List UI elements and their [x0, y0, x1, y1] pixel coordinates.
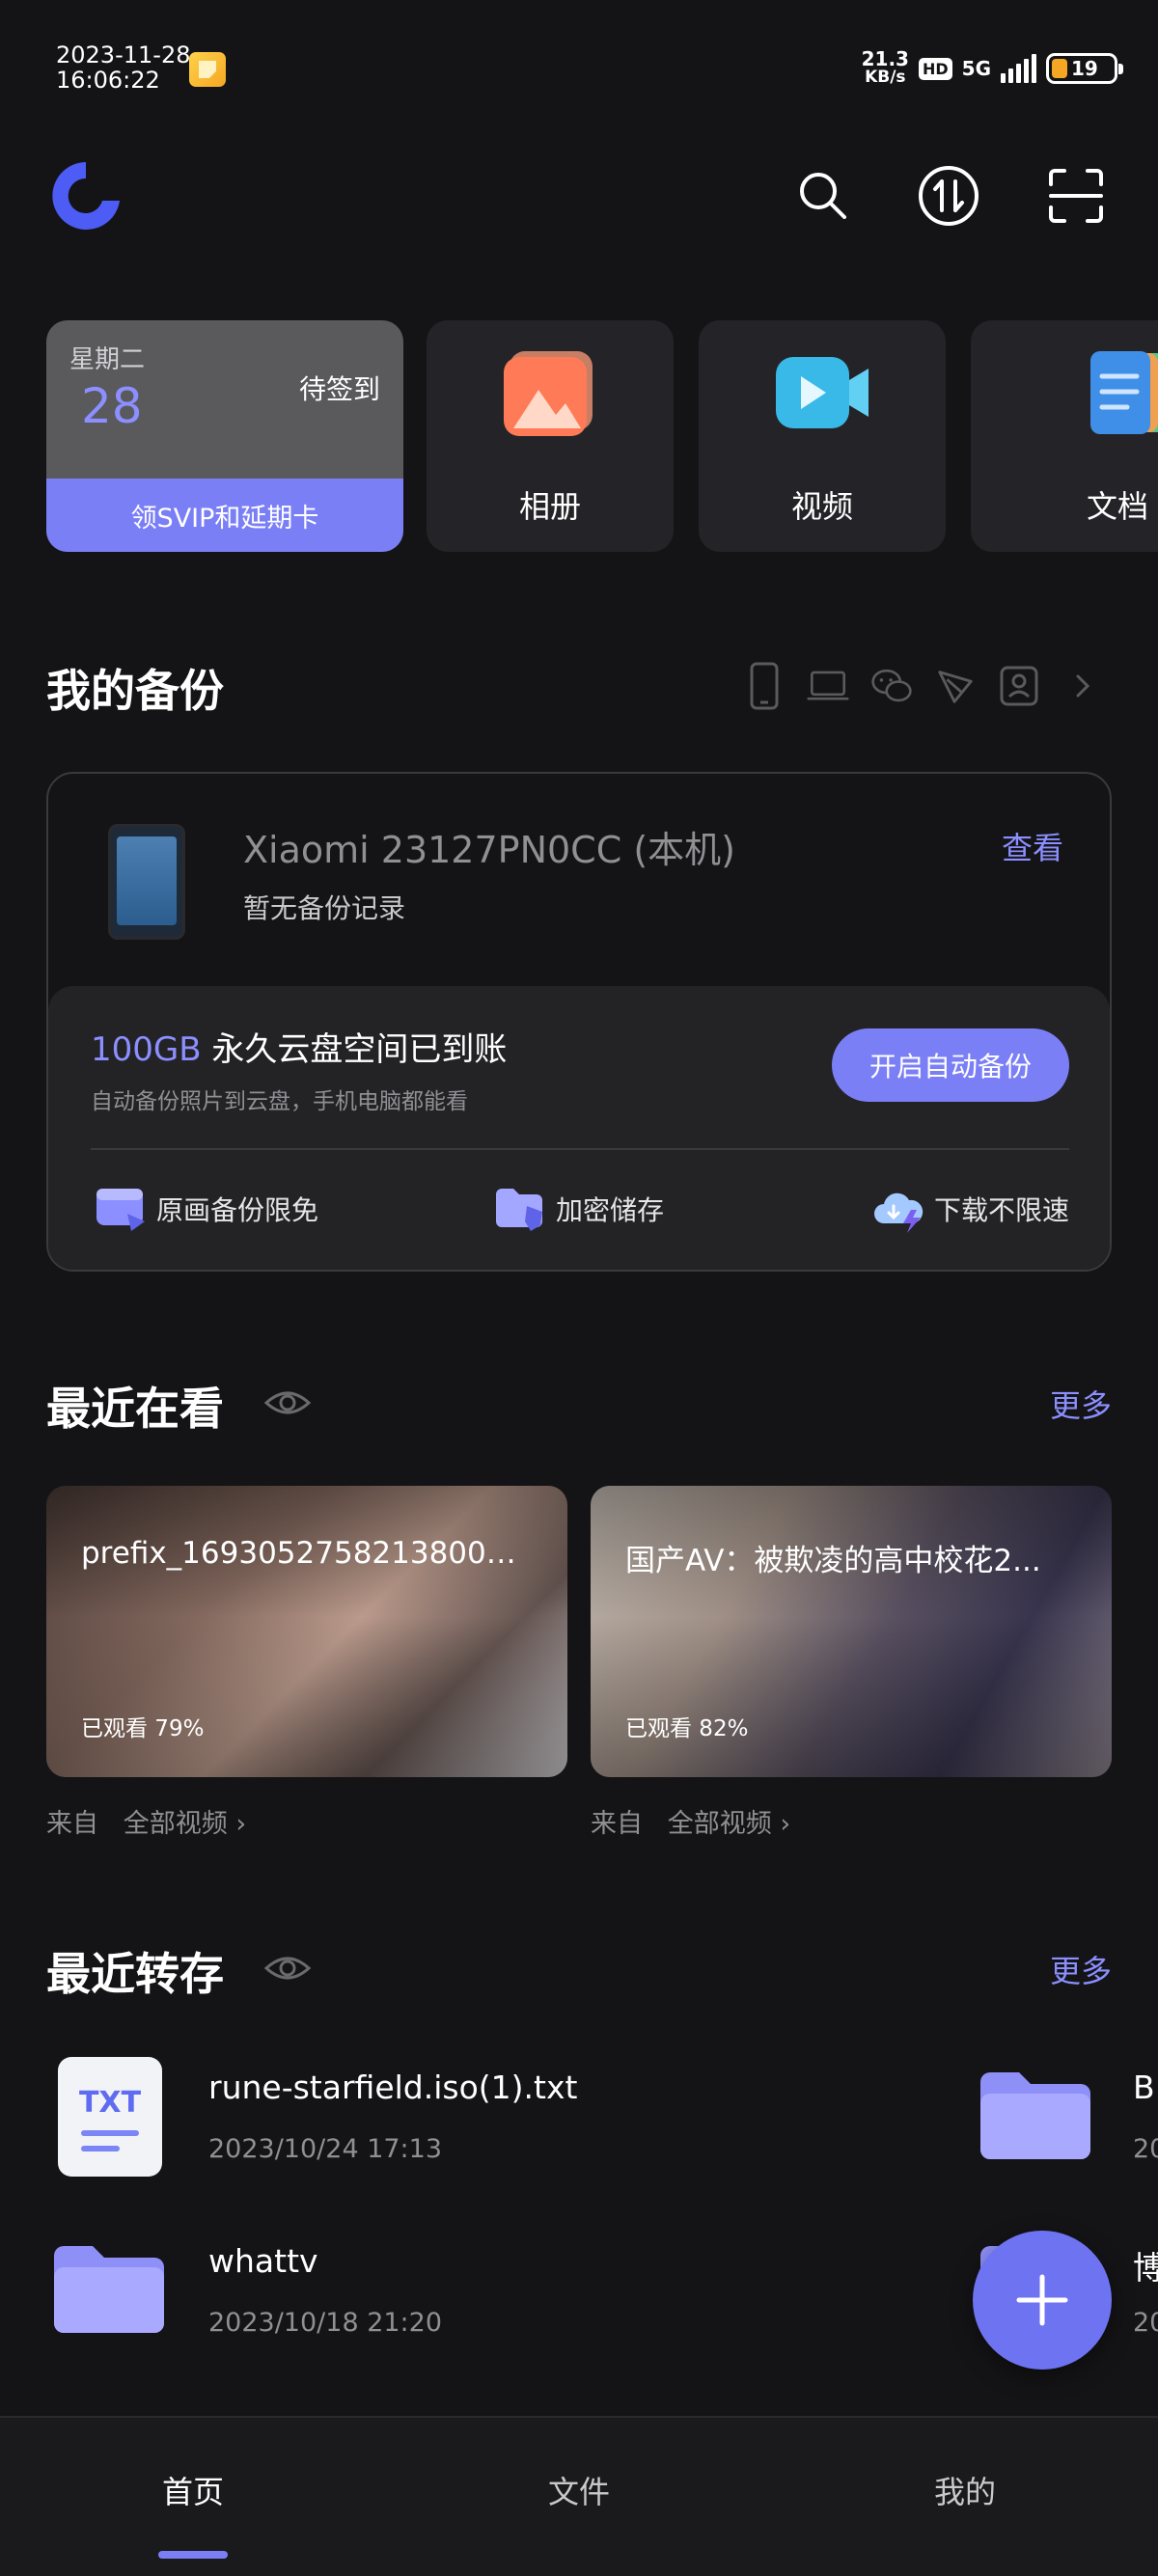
- video-label: 视频: [790, 488, 853, 525]
- contacts-icon[interactable]: [998, 662, 1040, 710]
- plus-icon: [1016, 2274, 1068, 2326]
- original-image-icon: [96, 1189, 145, 1231]
- recent-saves-title: 最近转存: [46, 1948, 224, 2000]
- recent-video-card[interactable]: prefix_16930527582138001... 已观看 79%: [46, 1486, 567, 1777]
- feature-unlimited-download: 下载不限速: [870, 1185, 1069, 1233]
- cloud-download-icon: [873, 1192, 924, 1233]
- eye-icon[interactable]: [262, 1378, 313, 1428]
- folder-icon: [54, 2246, 164, 2333]
- feature-original-backup: 原画备份限免: [93, 1185, 318, 1233]
- nav-active-indicator: [158, 2551, 228, 2559]
- backup-card: Xiaomi 23127PN0CC (本机) 查看 暂无备份记录 100GB 永…: [46, 772, 1112, 1272]
- video-camera-icon: [776, 357, 868, 428]
- feishu-icon[interactable]: [934, 662, 977, 710]
- backup-section-title: 我的备份: [46, 665, 224, 717]
- search-icon[interactable]: [789, 162, 857, 230]
- file-date: 20: [1133, 2308, 1158, 2338]
- docs-label: 文档: [1086, 488, 1148, 525]
- auto-backup-promo: 100GB 永久云盘空间已到账 自动备份照片到云盘，手机电脑都能看 开启自动备份…: [48, 986, 1110, 1270]
- encrypted-folder-icon: [496, 1189, 542, 1231]
- album-label: 相册: [518, 488, 581, 525]
- video-title: prefix_16930527582138001...: [81, 1536, 533, 1571]
- video-title: 国产AV：被欺凌的高中校花2...: [625, 1544, 1041, 1578]
- app-logo-icon: [52, 162, 120, 230]
- backup-type-icons[interactable]: [743, 662, 1104, 710]
- recent-saves-more-link[interactable]: 更多: [1050, 1947, 1112, 1991]
- file-name[interactable]: rune-starfield.iso(1).txt: [208, 2069, 577, 2106]
- nav-home[interactable]: 首页: [96, 2468, 290, 2512]
- checkin-weekday: 星期二: [69, 345, 146, 374]
- video-shortcut[interactable]: 视频: [699, 320, 946, 552]
- battery-level: 19: [1071, 57, 1098, 80]
- scan-icon[interactable]: [1042, 162, 1110, 230]
- promo-title: 100GB 永久云盘空间已到账: [91, 1030, 508, 1069]
- no-backup-text: 暂无备份记录: [243, 892, 406, 924]
- folder-icon: [980, 2072, 1090, 2159]
- claim-svip-button[interactable]: 领SVIP和延期卡: [46, 479, 403, 552]
- battery-icon: 19: [1046, 53, 1123, 84]
- file-date: 2023/10/24 17:13: [208, 2134, 443, 2164]
- docs-shortcut[interactable]: 文档: [971, 320, 1158, 552]
- notes-notification-icon: [189, 52, 226, 87]
- album-icon: [504, 351, 593, 436]
- checkin-day: 28: [81, 378, 143, 434]
- promo-highlight: 100GB: [91, 1030, 202, 1069]
- nav-files[interactable]: 文件: [482, 2468, 676, 2512]
- document-icon: [1090, 351, 1158, 434]
- laptop-icon[interactable]: [807, 662, 849, 710]
- promo-subtitle: 自动备份照片到云盘，手机电脑都能看: [91, 1089, 468, 1114]
- network-type: 5G: [961, 57, 991, 80]
- status-indicators: 21.3 KB/s HD 5G 19: [861, 47, 1123, 87]
- status-date: 2023-11-28: [56, 41, 191, 69]
- chevron-right-icon: ›: [780, 1809, 791, 1839]
- txt-file-icon: TXT: [58, 2057, 162, 2177]
- recent-watch-more-link[interactable]: 更多: [1050, 1382, 1112, 1426]
- file-date: 20: [1133, 2134, 1158, 2164]
- file-name[interactable]: 博: [1133, 2242, 1158, 2288]
- recent-watch-title: 最近在看: [46, 1383, 224, 1435]
- feature-encrypted-storage: 加密储存: [492, 1185, 664, 1233]
- bottom-navigation: 首页 文件 我的: [0, 2416, 1158, 2576]
- file-name[interactable]: B: [1133, 2069, 1155, 2106]
- hd-voice-icon: HD: [918, 57, 952, 80]
- checkin-status: 待签到: [298, 373, 380, 405]
- nav-me[interactable]: 我的: [868, 2468, 1062, 2512]
- album-shortcut[interactable]: 相册: [427, 320, 674, 552]
- file-date: 2023/10/18 21:20: [208, 2308, 443, 2338]
- chevron-right-icon[interactable]: [1062, 662, 1104, 710]
- recent-video-card[interactable]: 国产AV：被欺凌的高中校花2... 已观看 82%: [591, 1486, 1112, 1777]
- add-button[interactable]: [973, 2231, 1112, 2370]
- promo-divider: [91, 1148, 1069, 1150]
- video-watch-progress: 已观看 82%: [625, 1716, 749, 1741]
- view-backup-link[interactable]: 查看: [1002, 824, 1063, 868]
- enable-auto-backup-button[interactable]: 开启自动备份: [832, 1028, 1069, 1102]
- android-phone-icon: [108, 824, 185, 940]
- daily-checkin-card[interactable]: 星期二 28 待签到 领SVIP和延期卡: [46, 320, 403, 552]
- chevron-right-icon: ›: [235, 1809, 247, 1839]
- network-speed: 21.3 KB/s: [861, 47, 909, 87]
- wechat-icon[interactable]: [870, 662, 913, 710]
- phone-icon[interactable]: [743, 662, 786, 710]
- file-name[interactable]: whattv: [208, 2242, 318, 2280]
- signal-strength-icon: [1001, 54, 1036, 83]
- eye-icon[interactable]: [262, 1943, 313, 1993]
- transfer-list-icon[interactable]: [915, 162, 982, 230]
- status-time: 16:06:22: [56, 67, 160, 94]
- video-watch-progress: 已观看 79%: [81, 1716, 205, 1741]
- device-name: Xiaomi 23127PN0CC (本机): [243, 829, 735, 871]
- video-source-link[interactable]: 来自 全部视频 ›: [591, 1802, 790, 1840]
- video-source-link[interactable]: 来自 全部视频 ›: [46, 1802, 246, 1840]
- status-datetime: 2023-11-28 16:06:22: [56, 42, 190, 93]
